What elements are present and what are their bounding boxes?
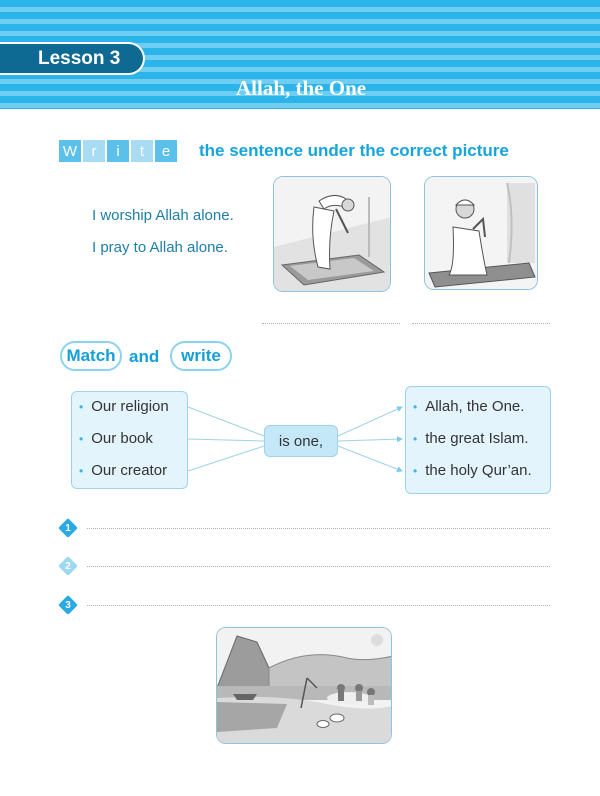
right-item-quran[interactable]: • the holy Qur’an. (413, 462, 532, 479)
answer-line-3[interactable] (87, 605, 550, 606)
bullet-icon: • (413, 399, 418, 414)
right-item-label: Allah, the One. (425, 398, 525, 415)
bullet-icon: • (413, 431, 418, 446)
number-badge-2: 2 (58, 556, 78, 576)
right-item-allah[interactable]: • Allah, the One. (413, 398, 524, 415)
answer-line-2[interactable] (87, 566, 550, 567)
right-item-islam[interactable]: • the great Islam. (413, 430, 529, 447)
center-phrase: is one, (264, 425, 338, 457)
number-badge-1: 1 (58, 518, 78, 538)
right-item-label: the holy Qur’an. (425, 462, 532, 479)
landscape-illustration (217, 628, 391, 743)
bullet-icon: • (413, 463, 418, 478)
right-item-label: the great Islam. (425, 430, 529, 447)
answer-line-1[interactable] (87, 528, 550, 529)
number-badge-3: 3 (58, 595, 78, 615)
landscape-picture (216, 627, 392, 744)
